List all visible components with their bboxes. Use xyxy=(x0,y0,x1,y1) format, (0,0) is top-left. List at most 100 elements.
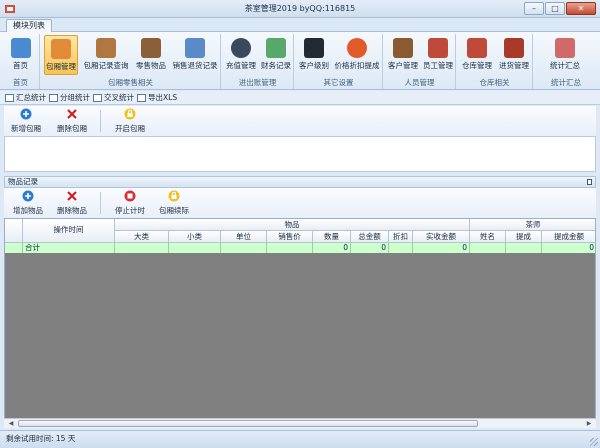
goods-toolbar: 增加物品 删除物品 停止计时 包厢续际 xyxy=(4,188,596,218)
col-unit[interactable]: 单位 xyxy=(221,231,267,243)
goods-icon xyxy=(141,38,161,58)
trial-remaining: 剩余试用时间: 15 天 xyxy=(6,434,76,443)
ribbon-button-customer-manage[interactable]: 客户管理 xyxy=(386,35,420,75)
tab-module-list[interactable]: 模块列表 xyxy=(6,19,52,33)
ribbon-button-stats[interactable]: 统计汇总 xyxy=(542,35,588,75)
total-label: 合计 xyxy=(23,243,115,253)
summary-icon xyxy=(5,94,14,102)
row-selector xyxy=(5,243,23,253)
ribbon-button-staff-manage[interactable]: 员工管理 xyxy=(421,35,455,75)
gear-icon xyxy=(231,38,251,58)
col-price[interactable]: 销售价 xyxy=(267,231,313,243)
ribbon-button-home[interactable]: 首页 xyxy=(4,35,37,75)
resize-grip-icon[interactable] xyxy=(590,438,598,446)
table-row-total[interactable]: 合计 0 0 0 0 xyxy=(5,243,595,253)
delete-goods-button[interactable]: 删除物品 xyxy=(54,189,90,217)
stop-icon xyxy=(124,190,136,202)
group-label: 其它设置 xyxy=(323,78,354,87)
col-qty[interactable]: 数量 xyxy=(313,231,351,243)
delete-room-button[interactable]: 删除包厢 xyxy=(54,107,90,135)
delete-icon xyxy=(67,191,77,201)
total-commission: 0 xyxy=(542,243,595,253)
summary-stats-button[interactable]: 汇总统计 xyxy=(4,92,46,104)
pin-icon[interactable] xyxy=(587,179,592,185)
window-title: 茶室管理2019 byQQ:116815 xyxy=(244,4,356,13)
status-bar: 剩余试用时间: 15 天 xyxy=(0,430,600,448)
ribbon: 首页 首页 包厢管理 包厢记录查询 零售物品 销售退货记录 包厢零售相关 充值管… xyxy=(0,32,600,90)
cross-stats-button[interactable]: 交叉统计 xyxy=(92,92,134,104)
maximize-button[interactable]: □ xyxy=(545,2,565,15)
ribbon-button-recharge[interactable]: 充值管理 xyxy=(224,35,258,75)
col-subcategory[interactable]: 小类 xyxy=(169,231,221,243)
discount-icon xyxy=(347,38,367,58)
return-icon xyxy=(185,38,205,58)
cell xyxy=(267,243,313,253)
col-discount[interactable]: 折扣 xyxy=(389,231,413,243)
scroll-right-icon[interactable]: ▶ xyxy=(584,419,594,428)
col-total[interactable]: 总金额 xyxy=(351,231,389,243)
room-list-area xyxy=(4,136,596,172)
ribbon-button-room-records[interactable]: 包厢记录查询 xyxy=(83,35,129,75)
book-icon xyxy=(96,38,116,58)
ribbon-button-room-manage[interactable]: 包厢管理 xyxy=(44,35,78,75)
col-commission-amount[interactable]: 提成金额 xyxy=(542,231,595,243)
ribbon-button-finance[interactable]: 财务记录 xyxy=(259,35,293,75)
total-received: 0 xyxy=(413,243,470,253)
col-group-staff: 茶师 xyxy=(470,219,595,231)
scroll-thumb[interactable] xyxy=(18,420,478,427)
separator xyxy=(100,110,101,132)
ribbon-button-sales-return[interactable]: 销售退货记录 xyxy=(172,35,218,75)
col-group-goods: 物品 xyxy=(115,219,470,231)
group-stats-button[interactable]: 分组统计 xyxy=(48,92,90,104)
group-icon xyxy=(49,94,58,102)
close-button[interactable]: ✕ xyxy=(566,2,596,15)
purchase-icon xyxy=(504,38,524,58)
export-xls-button[interactable]: 导出XLS xyxy=(136,92,177,104)
cell xyxy=(470,243,506,253)
ribbon-button-retail-goods[interactable]: 零售物品 xyxy=(133,35,169,75)
col-category[interactable]: 大类 xyxy=(115,231,169,243)
ribbon-group-warehouse: 仓库管理 进货管理 仓库相关 xyxy=(457,34,533,89)
add-goods-button[interactable]: 增加物品 xyxy=(10,189,46,217)
total-amount: 0 xyxy=(351,243,389,253)
minimize-button[interactable]: – xyxy=(524,2,544,15)
add-room-button[interactable]: 新增包厢 xyxy=(8,107,44,135)
lock-icon xyxy=(124,108,136,120)
ribbon-group-room-retail: 包厢管理 包厢记录查询 零售物品 销售退货记录 包厢零售相关 xyxy=(41,34,221,89)
export-icon xyxy=(137,94,146,102)
goods-section-header: 物品记录 xyxy=(4,176,596,188)
customer-icon xyxy=(393,38,413,58)
group-label: 包厢零售相关 xyxy=(108,78,153,87)
group-label: 人员管理 xyxy=(404,78,435,87)
ribbon-button-discount[interactable]: 价格折扣提成 xyxy=(333,35,381,75)
cell xyxy=(221,243,267,253)
horizontal-scrollbar[interactable]: ◀ ▶ xyxy=(4,418,596,428)
cell xyxy=(506,243,542,253)
ribbon-button-warehouse[interactable]: 仓库管理 xyxy=(459,35,495,75)
staff-icon xyxy=(428,38,448,58)
group-label: 进出账管理 xyxy=(238,78,277,87)
add-icon xyxy=(22,190,34,202)
col-received[interactable]: 实收金额 xyxy=(413,231,470,243)
grid-header: 操作时间 物品 茶师 大类 小类 单位 销售价 数量 总金额 折扣 实收金额 姓… xyxy=(5,219,595,243)
open-room-button[interactable]: 开启包厢 xyxy=(112,107,148,135)
level-icon xyxy=(304,38,324,58)
room-toolbar: 新增包厢 删除包厢 开启包厢 xyxy=(4,106,596,136)
ribbon-group-settings: 客户级别 价格折扣提成 其它设置 xyxy=(295,34,383,89)
home-icon xyxy=(10,38,31,58)
warehouse-icon xyxy=(467,38,487,58)
chart-icon xyxy=(555,38,575,58)
row-selector-header xyxy=(5,219,23,243)
ribbon-group-staff: 客户管理 员工管理 人员管理 xyxy=(384,34,456,89)
col-commission[interactable]: 提成 xyxy=(506,231,542,243)
renew-room-button[interactable]: 包厢续际 xyxy=(156,189,192,217)
stop-timer-button[interactable]: 停止计时 xyxy=(112,189,148,217)
col-staff-name[interactable]: 姓名 xyxy=(470,231,506,243)
ribbon-button-purchase[interactable]: 进货管理 xyxy=(496,35,532,75)
scroll-left-icon[interactable]: ◀ xyxy=(6,419,16,428)
delete-icon xyxy=(67,109,77,119)
col-op-time[interactable]: 操作时间 xyxy=(23,219,115,243)
cell xyxy=(389,243,413,253)
ribbon-tabs: 模块列表 xyxy=(0,18,600,33)
ribbon-button-customer-level[interactable]: 客户级别 xyxy=(297,35,331,75)
